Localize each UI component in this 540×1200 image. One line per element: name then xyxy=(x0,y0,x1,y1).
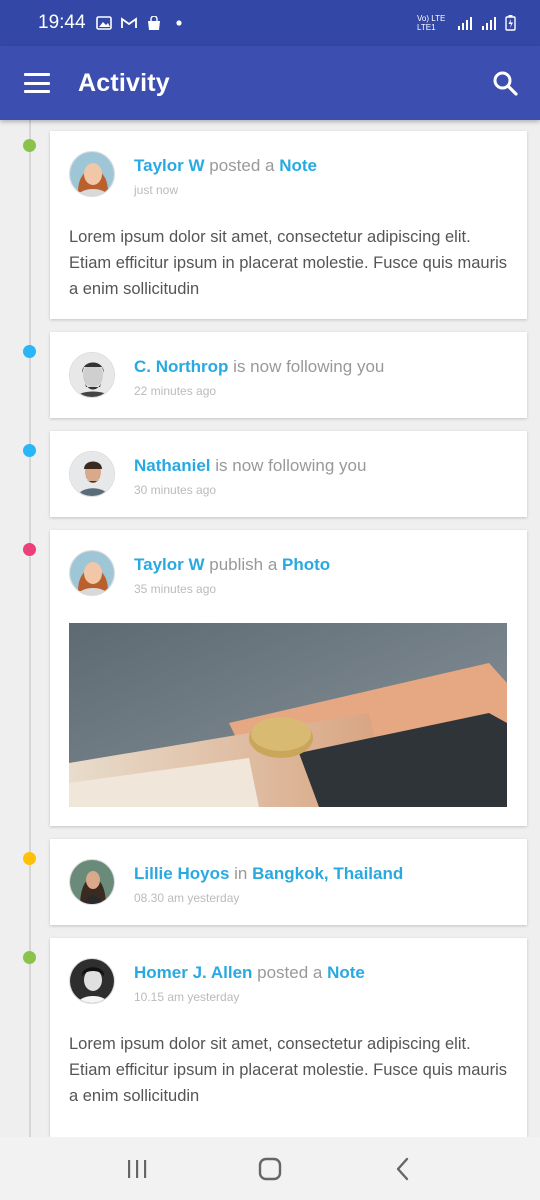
activity-action: posted a xyxy=(204,156,280,175)
activity-line: Lillie Hoyos in Bangkok, Thailand xyxy=(134,863,403,885)
timestamp: 30 minutes ago xyxy=(134,483,217,497)
system-nav-bar xyxy=(0,1137,540,1200)
menu-icon[interactable] xyxy=(24,73,50,93)
page-title: Activity xyxy=(78,68,170,97)
feed-card[interactable]: C. Northrop is now following you 22 minu… xyxy=(50,332,527,418)
activity-action: in xyxy=(229,864,253,883)
timeline-dot xyxy=(23,852,36,865)
user-name-link[interactable]: Taylor W xyxy=(134,156,205,175)
location-link[interactable]: Bangkok, Thailand xyxy=(252,864,403,883)
user-name-link[interactable]: Homer J. Allen xyxy=(134,963,252,982)
search-icon[interactable] xyxy=(490,68,520,98)
note-text: Lorem ipsum dolor sit amet, consectetur … xyxy=(69,1035,508,1105)
timestamp: 22 minutes ago xyxy=(134,384,217,398)
app-bar: Activity xyxy=(0,46,540,120)
feed-card[interactable]: Taylor W posted a Note just now Lorem ip… xyxy=(50,131,527,319)
timestamp: just now xyxy=(134,183,179,197)
timeline-dot xyxy=(23,444,36,457)
feed-card[interactable]: Taylor W publish a Photo 35 minutes ago xyxy=(50,530,527,826)
user-name-link[interactable]: Lillie Hoyos xyxy=(134,864,229,883)
avatar[interactable] xyxy=(69,352,115,398)
battery-icon xyxy=(505,15,516,31)
activity-action: publish a xyxy=(204,555,283,574)
note-text: Lorem ipsum dolor sit amet, consectetur … xyxy=(69,228,508,298)
timeline-dot xyxy=(23,139,36,152)
feed-card[interactable]: Lillie Hoyos in Bangkok, Thailand 08.30 … xyxy=(50,839,527,925)
activity-line: Homer J. Allen posted a Note xyxy=(134,962,365,984)
feed-card[interactable]: Nathaniel is now following you 30 minute… xyxy=(50,431,527,517)
user-name-link[interactable]: Nathaniel xyxy=(134,456,211,475)
home-icon[interactable] xyxy=(250,1149,290,1189)
timestamp: 35 minutes ago xyxy=(134,582,217,596)
shopping-bag-icon xyxy=(147,16,160,30)
activity-line: Taylor W posted a Note xyxy=(134,155,317,177)
activity-action: is now following you xyxy=(228,357,385,376)
status-time: 19:44 xyxy=(38,12,86,33)
notification-dot-icon xyxy=(175,20,182,26)
activity-action: posted a xyxy=(252,963,328,982)
timeline-dot xyxy=(23,345,36,358)
gmail-icon xyxy=(120,17,137,28)
signal-icon-2 xyxy=(482,17,496,30)
timestamp: 10.15 am yesterday xyxy=(134,990,240,1004)
recents-icon[interactable] xyxy=(117,1149,157,1189)
object-link[interactable]: Photo xyxy=(282,555,330,574)
gallery-icon xyxy=(95,16,112,30)
timeline-dot xyxy=(23,543,36,556)
activity-line: Taylor W publish a Photo xyxy=(134,554,330,576)
object-link[interactable]: Note xyxy=(327,963,365,982)
status-bar: 19:44 Vo) LTE LTE1 xyxy=(0,0,540,46)
activity-line: Nathaniel is now following you xyxy=(134,455,366,477)
avatar[interactable] xyxy=(69,550,115,596)
network-label: Vo) LTE LTE1 xyxy=(417,14,446,32)
back-icon[interactable] xyxy=(383,1149,423,1189)
signal-icon xyxy=(458,17,472,30)
avatar[interactable] xyxy=(69,859,115,905)
avatar[interactable] xyxy=(69,151,115,197)
activity-line: C. Northrop is now following you xyxy=(134,356,384,378)
activity-action: is now following you xyxy=(210,456,367,475)
timeline-line xyxy=(29,120,31,1138)
timeline-dot xyxy=(23,951,36,964)
object-link[interactable]: Note xyxy=(279,156,317,175)
feed-card[interactable]: Homer J. Allen posted a Note 10.15 am ye… xyxy=(50,938,527,1138)
timestamp: 08.30 am yesterday xyxy=(134,891,240,905)
avatar[interactable] xyxy=(69,958,115,1004)
avatar[interactable] xyxy=(69,451,115,497)
user-name-link[interactable]: Taylor W xyxy=(134,555,205,574)
user-name-link[interactable]: C. Northrop xyxy=(134,357,228,376)
post-photo[interactable] xyxy=(69,623,507,807)
